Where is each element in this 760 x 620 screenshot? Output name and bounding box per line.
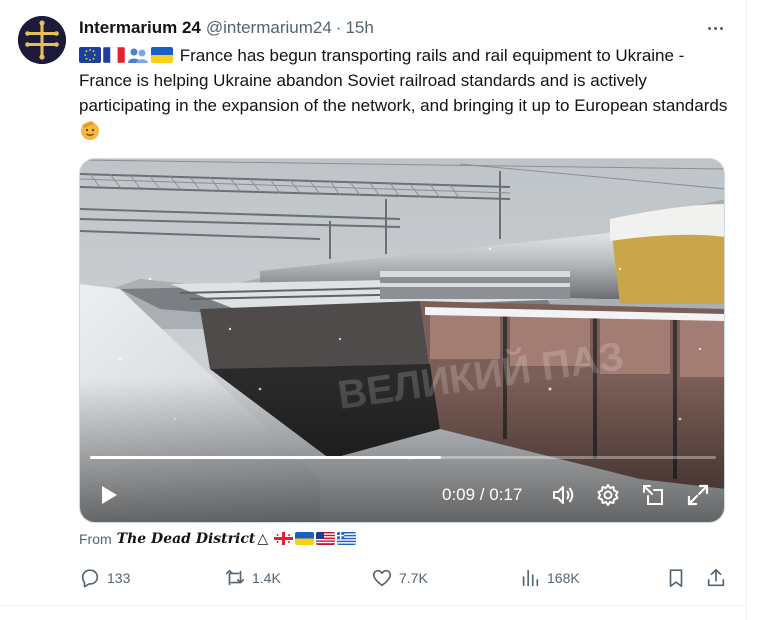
ukraine-flag-emoji bbox=[151, 47, 173, 63]
play-button[interactable] bbox=[94, 481, 122, 509]
mute-button[interactable] bbox=[550, 482, 576, 508]
settings-button[interactable] bbox=[595, 482, 621, 508]
repost-button[interactable]: 1.4K bbox=[224, 566, 281, 590]
timeline-divider bbox=[746, 0, 747, 620]
bookmark-icon bbox=[669, 569, 683, 588]
eu-flag-emoji bbox=[79, 47, 101, 63]
handshake-emoji bbox=[127, 47, 149, 63]
reply-count: 133 bbox=[107, 570, 131, 586]
georgia-flag-emoji bbox=[274, 532, 294, 545]
tweet-timestamp[interactable]: 15h bbox=[345, 18, 373, 38]
tweet-text: France has begun transporting rails and … bbox=[79, 43, 734, 143]
volume-icon bbox=[553, 486, 574, 504]
gear-icon bbox=[597, 484, 619, 506]
saluting-face-emoji bbox=[79, 119, 101, 141]
greece-flag-emoji bbox=[337, 532, 357, 545]
tweet-action-bar: 133 1.4K 7.7K 168K bbox=[79, 566, 729, 590]
media-source: From The Dead District △ bbox=[79, 530, 357, 547]
author-display-name[interactable]: Intermarium 24 bbox=[79, 18, 201, 38]
heart-icon bbox=[372, 569, 392, 587]
more-options-button[interactable] bbox=[704, 18, 726, 38]
video-timecode: 0:09 / 0:17 bbox=[442, 485, 523, 504]
source-account-name[interactable]: The Dead District bbox=[117, 531, 256, 547]
repost-count: 1.4K bbox=[252, 570, 281, 586]
author-avatar[interactable] bbox=[18, 16, 66, 64]
play-icon bbox=[102, 486, 117, 504]
minimize-to-corner-icon bbox=[643, 485, 663, 505]
more-dot-icon bbox=[707, 26, 711, 30]
views-button[interactable]: 168K bbox=[519, 566, 580, 590]
expand-icon bbox=[687, 484, 709, 506]
tweet-card[interactable]: Intermarium 24 @intermarium24 · 15h Fran… bbox=[0, 0, 760, 620]
fullscreen-button[interactable] bbox=[685, 482, 711, 508]
header-separator: · bbox=[335, 18, 342, 37]
video-frame-image: ВЕЛИКИЙ ПАЗ bbox=[80, 159, 724, 522]
bookmark-button[interactable] bbox=[665, 566, 693, 590]
video-player[interactable]: ВЕЛИКИЙ ПАЗ 0:09 / 0:17 bbox=[79, 158, 725, 523]
source-symbol: △ bbox=[257, 530, 269, 546]
reply-button[interactable]: 133 bbox=[79, 566, 130, 590]
share-upload-icon bbox=[707, 568, 725, 587]
share-button[interactable] bbox=[705, 566, 733, 590]
video-progress-fill bbox=[90, 456, 441, 459]
view-count: 168K bbox=[547, 570, 580, 586]
bar-chart-icon bbox=[522, 569, 539, 587]
picture-in-picture-button[interactable] bbox=[640, 482, 666, 508]
ukraine-flag-emoji bbox=[295, 532, 315, 545]
author-handle[interactable]: @intermarium24 bbox=[206, 18, 332, 38]
like-count: 7.7K bbox=[399, 570, 428, 586]
source-prefix: From bbox=[79, 530, 112, 547]
reply-bubble-icon bbox=[81, 569, 99, 588]
video-progress-track[interactable] bbox=[90, 456, 716, 459]
tweet-divider bbox=[0, 605, 746, 606]
like-button[interactable]: 7.7K bbox=[371, 566, 428, 590]
source-flags bbox=[274, 532, 357, 545]
more-dot-icon bbox=[719, 26, 723, 30]
tweet-body: France has begun transporting rails and … bbox=[79, 46, 728, 115]
repost-arrows-icon bbox=[225, 569, 245, 586]
more-dot-icon bbox=[713, 26, 717, 30]
france-flag-emoji bbox=[103, 47, 125, 63]
tweet-header: Intermarium 24 @intermarium24 · 15h bbox=[79, 18, 374, 38]
usa-flag-emoji bbox=[316, 532, 336, 545]
